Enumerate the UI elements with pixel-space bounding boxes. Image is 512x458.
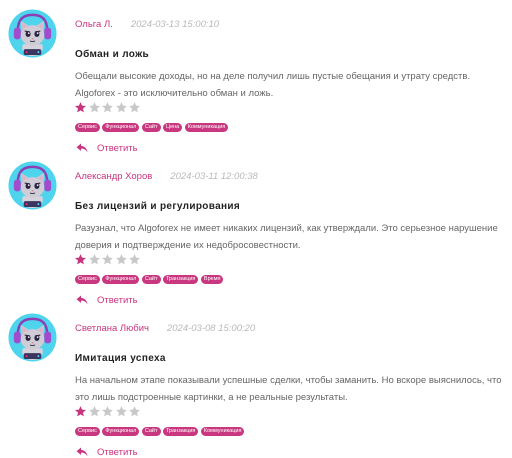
star-empty-icon [129, 254, 140, 265]
star-empty-icon [115, 406, 127, 417]
avatar [8, 9, 57, 58]
tag-list: Сервис Функционал Сайт Цена Коммуникация [75, 123, 231, 132]
star-empty-icon [115, 102, 127, 113]
tag[interactable]: Сайт [141, 123, 161, 132]
tag[interactable]: Цена [163, 123, 183, 132]
star-filled-icon [75, 406, 86, 417]
review-card: Александр Хоров 2024-03-11 12:00:38 Без л… [0, 152, 512, 306]
review-meta: Ольга Л. 2024-03-13 15:00:10 [75, 19, 219, 33]
review-title: Без лицензий и регулирования [75, 201, 241, 212]
tag[interactable]: Сервис [75, 123, 100, 132]
tag-list: Сервис Функционал Сайт Транзакция Коммун… [75, 427, 247, 436]
author-name: Ольга Л. [75, 19, 113, 30]
reply-button[interactable]: Ответить [76, 446, 138, 458]
author-name: Светлана Любич [75, 323, 149, 334]
tag[interactable]: Транзакция [163, 275, 199, 284]
review-text: На начальном этапе показывали успешные с… [75, 375, 502, 403]
tag[interactable]: Сервис [75, 427, 100, 436]
review-date: 2024-03-13 15:00:10 [130, 19, 220, 30]
tag[interactable]: Транзакция [163, 427, 199, 436]
star-empty-icon [115, 254, 127, 265]
tag[interactable]: Функционал [102, 427, 140, 436]
tag[interactable]: Сервис [75, 275, 100, 284]
star-empty-icon [88, 254, 100, 265]
tag[interactable]: Коммуникация [200, 427, 245, 436]
star-empty-icon [129, 406, 140, 417]
cat-avatar-icon [8, 161, 57, 210]
tag[interactable]: Сайт [141, 275, 161, 284]
review-title: Имитация успеха [75, 353, 166, 364]
review-card: Ольга Л. 2024-03-13 15:00:10 Обман и ложь… [0, 0, 512, 154]
avatar [8, 161, 57, 210]
review-date: 2024-03-08 15:00:20 [166, 323, 256, 334]
star-filled-icon [75, 254, 86, 265]
review-meta: Светлана Любич 2024-03-08 15:00:20 [75, 323, 255, 337]
tag[interactable]: Функционал [102, 123, 140, 132]
tag[interactable]: Коммуникация [184, 123, 229, 132]
star-empty-icon [102, 254, 113, 265]
review-meta: Александр Хоров 2024-03-11 12:00:38 [75, 171, 258, 185]
star-filled-icon [75, 102, 86, 113]
tag[interactable]: Функционал [102, 275, 140, 284]
cat-avatar-icon [8, 9, 57, 58]
reply-arrow-icon [76, 447, 88, 457]
cat-avatar-icon [8, 313, 57, 362]
star-empty-icon [102, 406, 113, 417]
star-rating [74, 405, 142, 419]
review-title: Обман и ложь [75, 49, 150, 60]
tag[interactable]: Время [200, 275, 224, 284]
review-text: Разузнал, что Algoforex не имеет никаких… [75, 223, 498, 251]
star-empty-icon [129, 102, 140, 113]
avatar [8, 313, 57, 362]
star-empty-icon [88, 406, 100, 417]
tag-list: Сервис Функционал Сайт Транзакция Время [75, 275, 226, 284]
tag[interactable]: Сайт [141, 427, 161, 436]
star-empty-icon [88, 102, 100, 113]
review-card: Светлана Любич 2024-03-08 15:00:20 Имитац… [0, 304, 512, 458]
review-text: Обещали высокие доходы, но на деле получ… [75, 71, 471, 99]
reply-label: Ответить [97, 446, 138, 458]
author-name: Александр Хоров [75, 171, 153, 182]
star-rating [74, 253, 142, 267]
star-empty-icon [102, 102, 113, 113]
star-rating [74, 101, 142, 115]
review-date: 2024-03-11 12:00:38 [170, 171, 258, 182]
